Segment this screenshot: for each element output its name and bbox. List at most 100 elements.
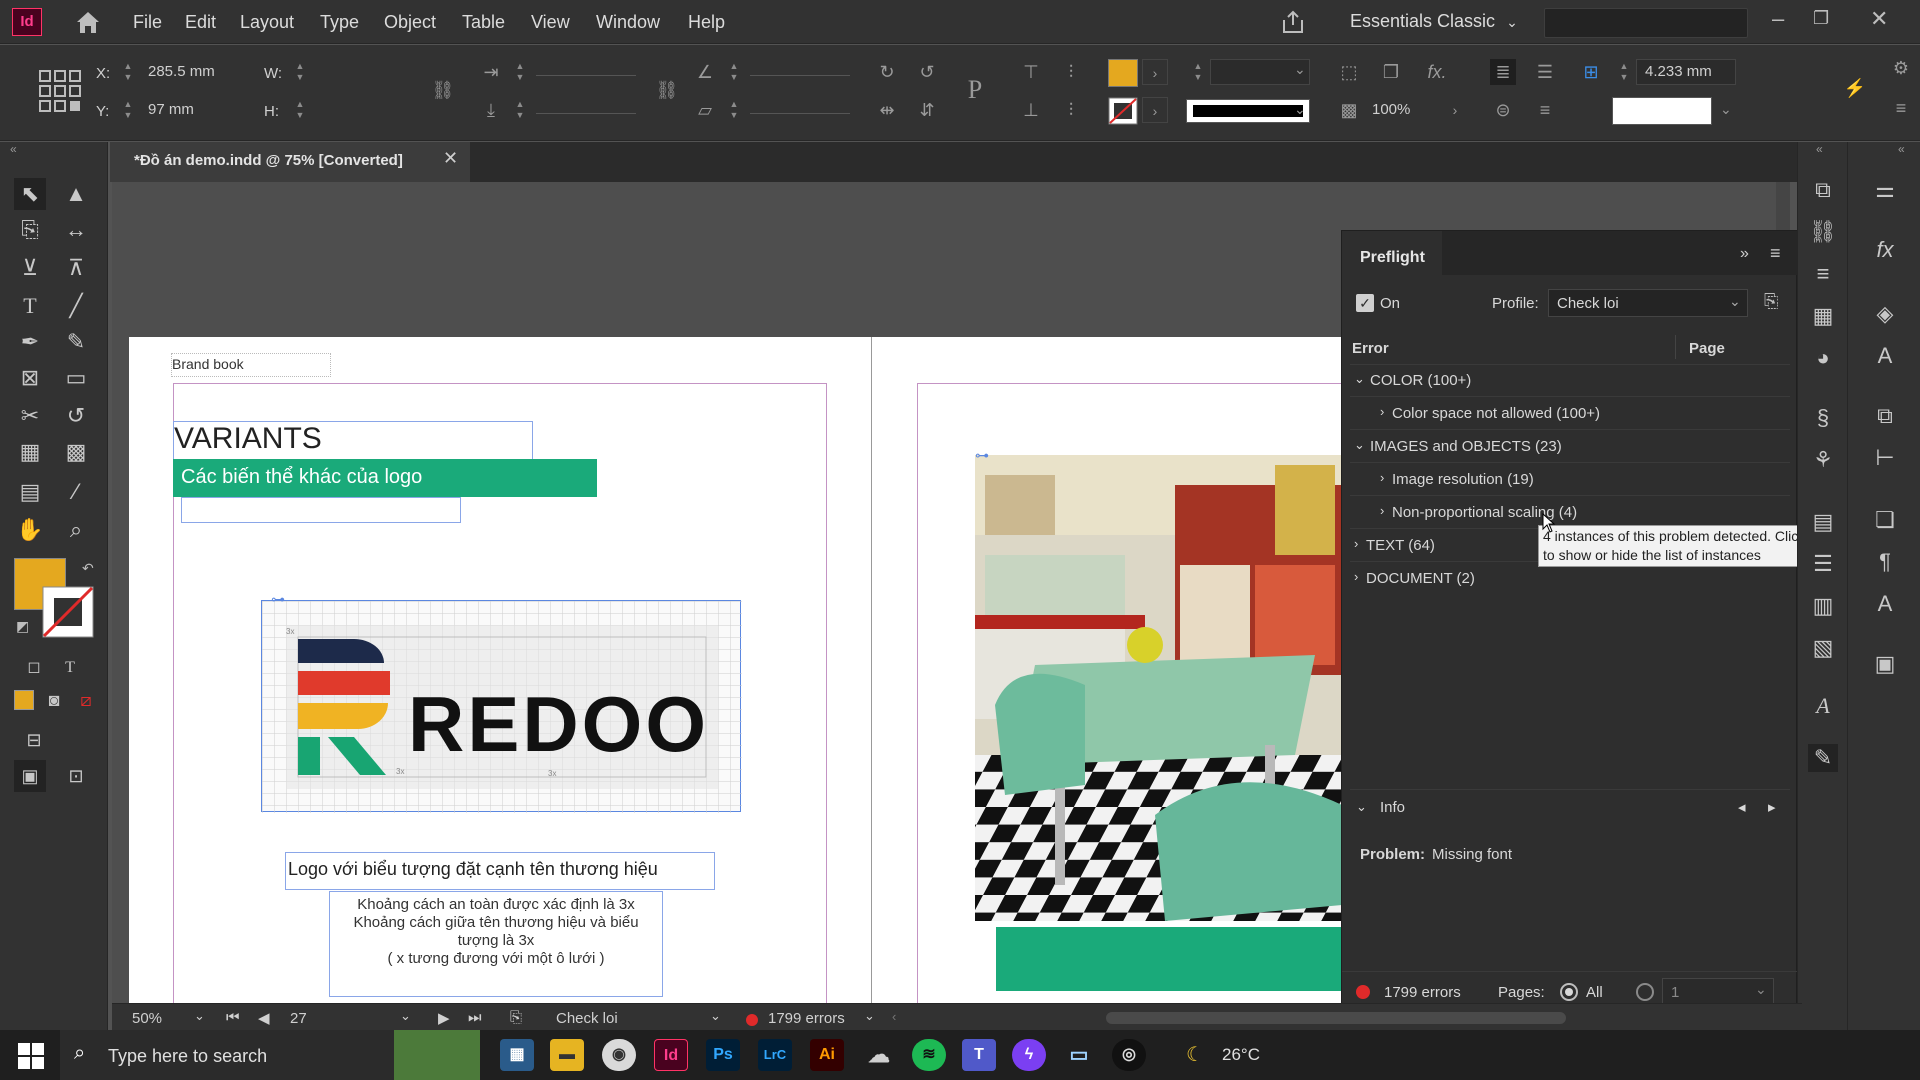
pathfinder-panel-icon[interactable]: ⧉ <box>1870 402 1900 430</box>
pages-all-radio[interactable] <box>1560 983 1578 1001</box>
scissors-tool-icon[interactable]: ✂ <box>14 400 46 432</box>
menu-layout[interactable]: Layout <box>240 12 294 33</box>
align-center-icon[interactable]: ⊜ <box>1490 97 1516 123</box>
scale-y-icon[interactable]: ⤓ <box>478 97 504 123</box>
content-collector-icon[interactable]: ⊻ <box>14 252 46 284</box>
page-right[interactable]: ⊶ <box>872 337 1347 1013</box>
h-stepper[interactable]: ▲ ▼ <box>294 99 306 123</box>
preflight-panel-icon[interactable]: ✎ <box>1808 744 1838 772</box>
workspace-switcher[interactable]: Essentials Classic ⌄ <box>1350 11 1518 32</box>
note-tool-icon[interactable]: ▤ <box>14 476 46 508</box>
auto-fit-icon[interactable]: ⊞ <box>1578 59 1604 85</box>
info-section-header[interactable]: ⌄ Info ◂ ▸ <box>1350 789 1790 823</box>
apply-none-icon[interactable]: ⧄ <box>70 684 102 716</box>
align-distribute-icon[interactable]: ≡ <box>1532 97 1558 123</box>
open-document-icon[interactable]: ⎘ <box>510 1009 522 1026</box>
distribute-bottom-icon[interactable]: ⫶ <box>1058 97 1084 123</box>
zoom-tool-icon[interactable]: ⌕ <box>60 514 92 546</box>
y-field[interactable]: 97 mm <box>148 101 194 118</box>
restore-icon[interactable]: ❐ <box>1813 8 1829 29</box>
zoom-level[interactable]: 50% <box>132 1010 162 1027</box>
stroke-color-swatch[interactable] <box>42 586 94 638</box>
menu-view[interactable]: View <box>531 12 570 33</box>
stroke-type-field[interactable] <box>1186 99 1310 123</box>
screen-mode-icon[interactable]: ⊟ <box>18 724 50 756</box>
profile-dropdown-icon[interactable]: ⌄ <box>710 1008 721 1024</box>
error-group-images[interactable]: ⌄ IMAGES and OBJECTS (23) <box>1350 431 1790 463</box>
error-count[interactable]: 1799 errors <box>1384 984 1461 1001</box>
menu-table[interactable]: Table <box>462 12 505 33</box>
rotation-field[interactable] <box>750 75 850 76</box>
transform-panel-icon[interactable]: ⊢ <box>1870 444 1900 472</box>
line-tool-icon[interactable]: ╱ <box>60 290 92 322</box>
error-column-header[interactable]: Error <box>1352 340 1389 357</box>
pages-range-radio[interactable] <box>1636 983 1654 1001</box>
page-dropdown-icon[interactable]: ⌄ <box>400 1008 411 1024</box>
quick-apply-icon[interactable]: ⚡ <box>1842 75 1868 101</box>
teams-icon[interactable]: T <box>962 1039 996 1071</box>
align-bottom-icon[interactable]: ⊥ <box>1018 97 1044 123</box>
eyedropper-tool-icon[interactable]: ⁄ <box>60 476 92 508</box>
error-count-status[interactable]: 1799 errors <box>768 1010 845 1027</box>
text-wrap-box-icon[interactable]: ☰ <box>1532 59 1558 85</box>
scale-x-field[interactable] <box>536 75 636 76</box>
rotation-angle-icon[interactable]: ∠ <box>692 59 718 85</box>
formatting-text-icon[interactable]: T <box>54 652 86 684</box>
direction-p-icon[interactable]: P <box>962 77 988 103</box>
opacity-field[interactable]: 100% <box>1372 101 1410 118</box>
fill-swatch[interactable] <box>1108 59 1138 87</box>
apply-color-icon[interactable] <box>14 690 34 710</box>
menu-type[interactable]: Type <box>320 12 359 33</box>
pencil-tool-icon[interactable]: ✎ <box>60 326 92 358</box>
distribute-icon[interactable]: ⫶ <box>1058 59 1084 85</box>
messenger-icon[interactable]: ϟ <box>1012 1039 1046 1071</box>
last-page-icon[interactable]: ⏭ <box>468 1009 482 1026</box>
close-tab-icon[interactable]: ✕ <box>443 148 458 169</box>
horizontal-scrollbar[interactable] <box>1106 1012 1566 1024</box>
collapse-dock-icon[interactable]: « <box>1898 142 1905 156</box>
stroke-type-dropdown-icon[interactable]: ⌄ <box>1294 101 1306 118</box>
first-page-icon[interactable]: ⏮ <box>226 1009 240 1026</box>
y-stepper[interactable]: ▲ ▼ <box>122 99 134 123</box>
onedrive-icon[interactable]: ☁ <box>862 1039 896 1071</box>
align-panel-icon[interactable]: ☰ <box>1808 550 1838 578</box>
effects-fx-icon[interactable]: fx. <box>1424 59 1450 85</box>
effects-panel-icon[interactable]: fx <box>1870 236 1900 264</box>
minimize-icon[interactable]: – <box>1772 6 1784 32</box>
fill-menu-arrow-icon[interactable]: › <box>1142 59 1168 85</box>
calculator-icon[interactable]: ▦ <box>500 1039 534 1071</box>
error-item-image-resolution[interactable]: › Image resolution (19) <box>1350 464 1790 496</box>
scroll-left-icon[interactable]: ‹ <box>892 1009 896 1024</box>
info-next-icon[interactable]: ▸ <box>1768 798 1776 816</box>
search-input[interactable] <box>1544 8 1748 38</box>
settings-gear-icon[interactable]: ⚙ <box>1888 55 1914 81</box>
gradient-tool-icon[interactable]: ▦ <box>14 436 46 468</box>
flip-horizontal-icon[interactable]: ⇹ <box>874 97 900 123</box>
remote-desktop-icon[interactable]: ▭ <box>1062 1039 1096 1071</box>
page-number-field[interactable]: 27 <box>290 1010 307 1027</box>
error-item-color-space[interactable]: › Color space not allowed (100+) <box>1350 398 1790 430</box>
scale-y-field[interactable] <box>536 113 636 114</box>
paragraph-panel-icon[interactable]: ¶ <box>1870 548 1900 576</box>
pages-range-field[interactable]: 1 ⌄ <box>1662 978 1774 1006</box>
preflight-profile-status[interactable]: Check loi <box>556 1010 618 1027</box>
assets-panel-icon[interactable]: ⚘ <box>1808 446 1838 474</box>
menu-object[interactable]: Object <box>384 12 436 33</box>
stroke-swatch[interactable] <box>1108 97 1138 125</box>
character-panel-icon[interactable]: A <box>1870 590 1900 618</box>
reference-point-icon[interactable] <box>38 69 82 113</box>
drop-shadow-icon[interactable]: ❐ <box>1378 59 1404 85</box>
align-top-icon[interactable]: ⊤ <box>1018 59 1044 85</box>
pen-tool-icon[interactable]: ✒ <box>14 326 46 358</box>
stroke-menu-arrow-icon[interactable]: › <box>1142 97 1168 123</box>
zoom-dropdown-icon[interactable]: ⌄ <box>194 1008 205 1024</box>
constrain-proportions-icon[interactable]: ⛓ <box>430 77 456 103</box>
kitchen-photo[interactable] <box>975 455 1342 921</box>
bookmarks-panel-icon[interactable]: ▣ <box>1870 650 1900 678</box>
spotify-icon[interactable]: ≋ <box>912 1039 946 1071</box>
opacity-icon[interactable]: ▩ <box>1336 97 1362 123</box>
flip-vertical-icon[interactable]: ⇵ <box>914 97 940 123</box>
apply-gradient-icon[interactable]: ◙ <box>38 684 70 716</box>
scale-x-stepper[interactable]: ▲ ▼ <box>514 61 526 85</box>
preflight-title[interactable]: Preflight <box>1360 249 1425 267</box>
